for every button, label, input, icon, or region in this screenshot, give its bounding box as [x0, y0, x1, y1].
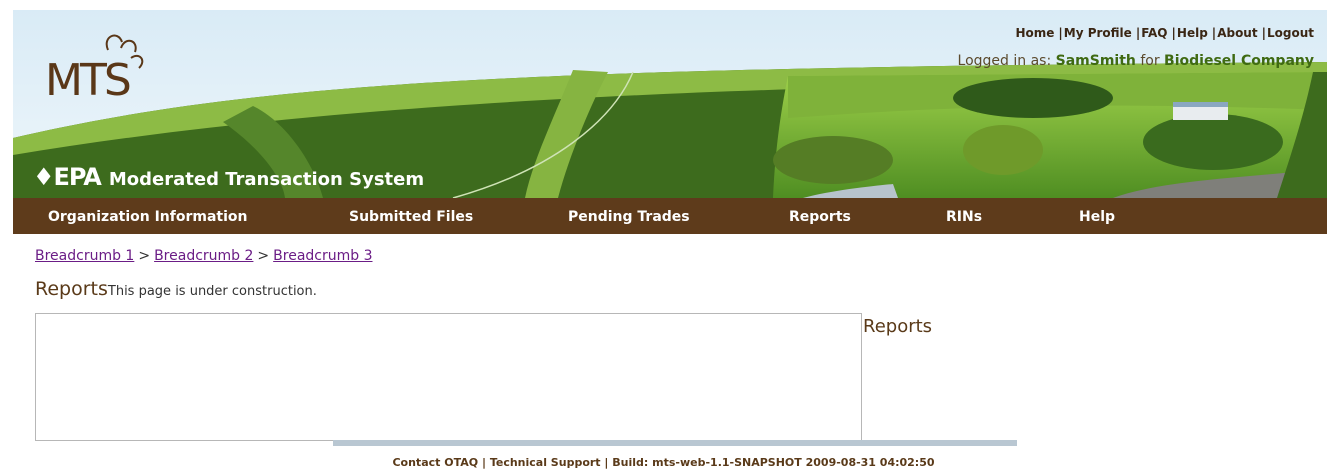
- main-navigation: Organization Information Submitted Files…: [13, 198, 1327, 234]
- my-profile-link[interactable]: My Profile: [1064, 26, 1132, 40]
- footer: Contact OTAQ | Technical Support | Build…: [392, 456, 935, 469]
- reports-content-panel: [35, 313, 862, 441]
- breadcrumb-link-2[interactable]: Breadcrumb 2: [154, 248, 253, 264]
- login-status: Logged in as: SamSmith for Biodiesel Com…: [957, 53, 1314, 69]
- nav-rins[interactable]: RINs: [946, 198, 982, 234]
- nav-help[interactable]: Help: [1079, 198, 1115, 234]
- breadcrumb-link-3[interactable]: Breadcrumb 3: [273, 248, 372, 264]
- epa-logo: ♦EPA: [33, 163, 102, 191]
- page-header: Reports This page is under construction.: [35, 278, 317, 300]
- nav-organization-information[interactable]: Organization Information: [48, 198, 248, 234]
- nav-reports[interactable]: Reports: [789, 198, 851, 234]
- username: SamSmith: [1055, 53, 1136, 69]
- footer-divider: [333, 440, 1017, 446]
- reports-side-title: Reports: [863, 316, 933, 337]
- build-info: Build: mts-web-1.1-SNAPSHOT 2009-08-31 0…: [612, 456, 935, 469]
- nav-submitted-files[interactable]: Submitted Files: [349, 198, 473, 234]
- about-link[interactable]: About: [1217, 26, 1257, 40]
- faq-link[interactable]: FAQ: [1141, 26, 1167, 40]
- page-title: Reports: [35, 278, 108, 300]
- technical-support-link[interactable]: Technical Support: [490, 456, 601, 469]
- breadcrumb: Breadcrumb 1 > Breadcrumb 2 > Breadcrumb 3: [35, 248, 373, 264]
- mts-logo: MTS: [45, 55, 132, 106]
- contact-otaq-link[interactable]: Contact OTAQ: [392, 456, 478, 469]
- company-name: Biodiesel Company: [1164, 53, 1314, 69]
- logout-link[interactable]: Logout: [1267, 26, 1314, 40]
- system-name: Moderated Transaction System: [108, 169, 425, 190]
- under-construction-message: This page is under construction.: [107, 284, 317, 299]
- top-links: Home |My Profile |FAQ |Help |About |Logout: [1015, 26, 1314, 40]
- help-link[interactable]: Help: [1177, 26, 1208, 40]
- header-banner: MTS ♦EPA Moderated Transaction System Ho…: [13, 10, 1327, 198]
- breadcrumb-link-1[interactable]: Breadcrumb 1: [35, 248, 134, 264]
- epa-system-title: ♦EPA Moderated Transaction System: [33, 163, 424, 191]
- home-link[interactable]: Home: [1015, 26, 1054, 40]
- nav-pending-trades[interactable]: Pending Trades: [568, 198, 690, 234]
